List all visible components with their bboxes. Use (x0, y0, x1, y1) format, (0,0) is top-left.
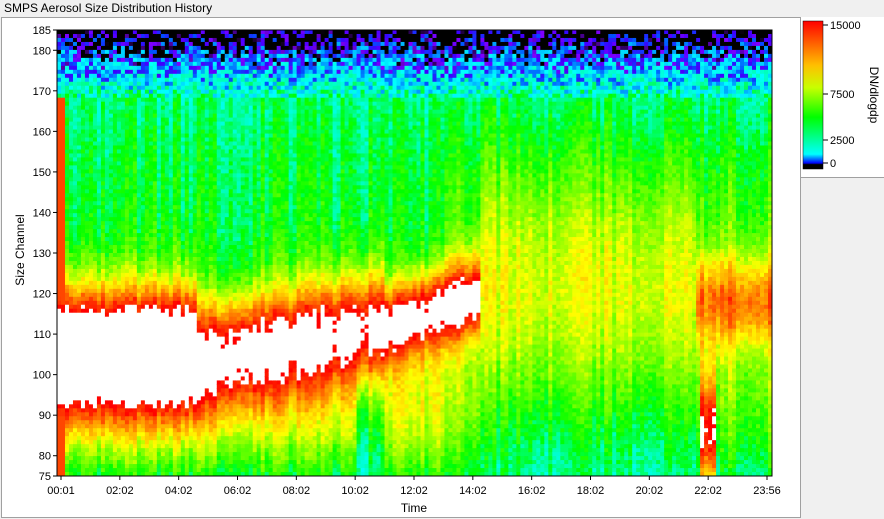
colorbar-tick-label: 0 (830, 158, 836, 170)
y-tick-label: 185 (33, 25, 51, 37)
x-tick-label: 12:02 (400, 485, 428, 497)
y-tick-label: 160 (33, 126, 51, 138)
colorbar-axis: 0 2500 7500 15000 (823, 20, 861, 170)
x-tick-label: 06:02 (224, 485, 252, 497)
y-tick-label: 90 (39, 410, 51, 422)
heatmap-cells (57, 30, 772, 476)
colorbar-tick-label: 7500 (830, 89, 854, 101)
x-tick-label: 14:02 (459, 485, 487, 497)
y-tick-label: 75 (39, 471, 51, 483)
y-tick-label: 100 (33, 370, 51, 382)
x-tick-label: 20:02 (636, 485, 664, 497)
x-tick-label: 23:56 (753, 485, 781, 497)
x-axis-label: Time (401, 501, 428, 515)
colorbar-tick-label: 2500 (830, 135, 854, 147)
colorbar (802, 20, 824, 170)
y-tick-label: 130 (33, 248, 51, 260)
y-axis-label: Size Channel (13, 214, 27, 285)
y-tick-label: 120 (33, 289, 51, 301)
y-axis: 75 80 90 100 110 120 130 140 150 160 170 180 185 (33, 25, 57, 483)
x-axis: 00:01 02:02 04:02 06:02 08:02 10:02 12:02 14:02… (47, 476, 781, 497)
x-tick-label: 22:02 (694, 485, 722, 497)
y-tick-label: 180 (33, 45, 51, 57)
heatmap-chart: 75 80 90 100 110 120 130 140 150 160 170 180 185 00:… (13, 20, 881, 515)
x-tick-label: 10:02 (341, 485, 369, 497)
y-tick-label: 110 (33, 329, 51, 341)
y-tick-label: 80 (39, 451, 51, 463)
colorbar-label: DN/dlogdp (867, 67, 881, 124)
x-tick-label: 02:02 (106, 485, 134, 497)
x-tick-label: 04:02 (165, 485, 193, 497)
x-tick-label: 00:01 (47, 485, 75, 497)
y-tick-label: 140 (33, 207, 51, 219)
x-tick-label: 18:02 (577, 485, 605, 497)
x-tick-label: 16:02 (518, 485, 546, 497)
x-tick-label: 08:02 (283, 485, 311, 497)
colorbar-tick-label: 15000 (830, 20, 861, 32)
y-tick-label: 170 (33, 86, 51, 98)
y-tick-label: 150 (33, 167, 51, 179)
